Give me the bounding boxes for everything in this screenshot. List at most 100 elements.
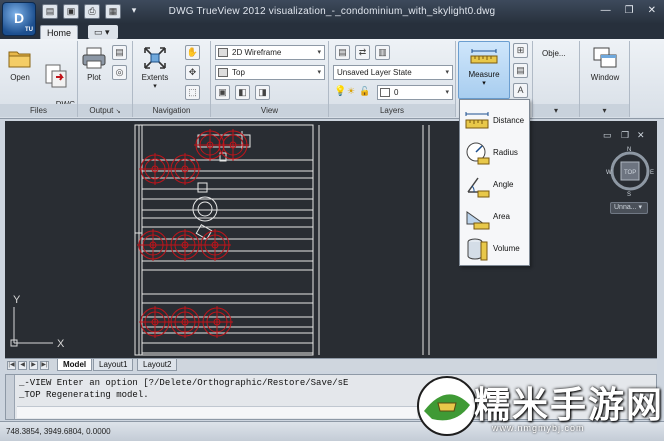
top-view-icon: [218, 68, 228, 77]
layer-state-select[interactable]: Unsaved Layer State ▾: [333, 65, 453, 80]
measure-angle-label: Angle: [493, 180, 514, 189]
measure-distance-item[interactable]: Distance: [462, 106, 528, 136]
measure-area-label: Area: [493, 212, 510, 221]
tab-home[interactable]: Home: [40, 25, 79, 39]
named-view-value: Top: [232, 68, 245, 77]
open-label: Open: [10, 73, 30, 82]
layer-state-dropdown-icon: ▾: [445, 69, 449, 76]
layer-select[interactable]: 0 ▾: [377, 85, 453, 100]
viewport-minimize-icon[interactable]: ▭: [603, 130, 612, 140]
view-cube-icon-1[interactable]: ▣: [215, 85, 230, 100]
layer-isolate-icon[interactable]: ▥: [375, 45, 390, 60]
viewcube-west[interactable]: W: [606, 170, 612, 176]
sun-icon[interactable]: ☀: [347, 86, 355, 97]
drawing-svg: Y X ▭ ❐ ✕ TOP N S E W: [10, 124, 654, 356]
view-cube-icon-2[interactable]: ◧: [235, 85, 250, 100]
last-tab-icon[interactable]: ▶|: [40, 361, 49, 370]
id-point-icon[interactable]: ⊞: [513, 43, 528, 58]
extents-label: Extents: [141, 73, 169, 82]
measure-radius-item[interactable]: Radius: [462, 138, 528, 168]
layer-properties-icon[interactable]: ▤: [335, 45, 350, 60]
viewcube-east[interactable]: E: [650, 170, 654, 176]
window-dropdown-icon[interactable]: ▾: [580, 104, 629, 117]
ucs-menu[interactable]: Unna... ▾: [610, 202, 648, 214]
command-input[interactable]: [17, 406, 417, 418]
panel-objects: Obje... ▾: [532, 41, 580, 117]
panel-files: Open DWG Convert Files: [0, 41, 78, 118]
panel-output: Plot ▤ ◎ Output ↘: [78, 41, 133, 117]
orbit-icon[interactable]: ✥: [185, 65, 200, 80]
furniture-block: [139, 153, 171, 185]
first-tab-icon[interactable]: |◀: [7, 361, 16, 370]
objects-dropdown-icon[interactable]: ▾: [533, 104, 579, 117]
radius-icon: [466, 142, 490, 165]
window-controls: — ❐ ✕: [601, 5, 656, 16]
prev-tab-icon[interactable]: ◀: [18, 361, 27, 370]
measure-distance-label: Distance: [493, 116, 525, 125]
viewport-close-icon[interactable]: ✕: [637, 130, 645, 140]
maximize-icon[interactable]: ❐: [625, 5, 634, 16]
objects-label[interactable]: Obje...: [542, 49, 566, 58]
app-window: ▤ ▣ ⎙ ▦ ▾ DWG TrueView 2012 visualizatio…: [0, 0, 664, 441]
panel-launcher-icon[interactable]: ↘: [116, 109, 121, 115]
tab-layout1[interactable]: Layout1: [93, 359, 134, 371]
viewcube[interactable]: TOP N S E W: [606, 147, 654, 198]
extents-dropdown-icon[interactable]: ▾: [137, 82, 173, 91]
viewcube-south[interactable]: S: [627, 192, 631, 198]
next-tab-icon[interactable]: ▶: [29, 361, 38, 370]
furniture-block: [217, 129, 249, 161]
list-icon[interactable]: ▤: [513, 63, 528, 78]
lightbulb-icon[interactable]: 💡: [334, 86, 346, 97]
open-button[interactable]: Open: [4, 45, 36, 82]
distance-icon: [465, 112, 489, 129]
measure-button[interactable]: Measure ▾: [458, 41, 510, 99]
window-button[interactable]: Window: [585, 45, 625, 82]
measure-volume-label: Volume: [493, 244, 520, 253]
panel-output-title: Output ↘: [78, 104, 132, 117]
preview-icon[interactable]: ◎: [112, 65, 127, 80]
tab-model[interactable]: Model: [57, 359, 93, 371]
layer-state-value: Unsaved Layer State: [337, 68, 412, 77]
layer-states-icon[interactable]: ⇄: [355, 45, 370, 60]
printer-icon: [82, 47, 106, 69]
plot-label: Plot: [87, 73, 101, 82]
drawing-canvas[interactable]: Y X ▭ ❐ ✕ TOP N S E W Unna... ▾: [5, 121, 657, 358]
ucs-y-label: Y: [13, 294, 21, 306]
pan-hand-icon[interactable]: ✋: [185, 45, 200, 60]
visual-style-dropdown-icon: ▾: [317, 49, 321, 56]
measure-volume-item[interactable]: Volume: [462, 234, 528, 264]
viewcube-north[interactable]: N: [627, 147, 631, 153]
viewcube-face-top[interactable]: TOP: [624, 170, 636, 176]
extents-icon: [144, 47, 166, 69]
minimize-icon[interactable]: —: [601, 5, 611, 16]
application-menu-button[interactable]: D TU: [2, 2, 36, 36]
measure-label: Measure: [468, 70, 500, 79]
angle-icon: [467, 177, 490, 198]
tab-display[interactable]: ▭ ▾: [88, 25, 118, 39]
ucs-x-label: X: [57, 338, 65, 350]
close-icon[interactable]: ✕: [648, 5, 656, 16]
view-cube-icon-3[interactable]: ◨: [255, 85, 270, 100]
tab-layout2[interactable]: Layout2: [137, 359, 178, 371]
layer-dropdown-icon: ▾: [445, 89, 449, 96]
measure-angle-item[interactable]: Angle: [462, 170, 528, 200]
app-logo: D: [13, 10, 25, 26]
batch-plot-icon[interactable]: ▤: [112, 45, 127, 60]
panel-navigation: Extents ▾ ✋ ✥ ⬚ Navigation: [133, 41, 211, 117]
visual-style-select[interactable]: 2D Wireframe ▾: [215, 45, 325, 60]
text-icon[interactable]: A: [513, 83, 528, 98]
extents-button[interactable]: Extents ▾: [137, 45, 173, 91]
panel-view: 2D Wireframe ▾ Top ▾ ▣ ◧ ◨ View: [211, 41, 329, 117]
viewport-restore-icon[interactable]: ❐: [621, 130, 629, 140]
lock-icon[interactable]: 🔓: [359, 86, 370, 97]
dwg-convert-icon: [45, 64, 67, 88]
zoom-window-icon[interactable]: ⬚: [185, 85, 200, 100]
panel-layers-title: Layers: [329, 104, 455, 117]
named-view-select[interactable]: Top ▾: [215, 65, 325, 80]
window-switch-icon: [593, 47, 617, 68]
plot-button[interactable]: Plot: [80, 45, 108, 82]
watermark-text: 糯米手游网: [474, 385, 664, 426]
measure-area-item[interactable]: Area: [462, 202, 528, 232]
command-line-grip[interactable]: [6, 375, 15, 419]
panel-layers: ▤ ⇄ ▥ Unsaved Layer State ▾ 💡 ☀ 🔓 0 ▾ La…: [329, 41, 456, 117]
